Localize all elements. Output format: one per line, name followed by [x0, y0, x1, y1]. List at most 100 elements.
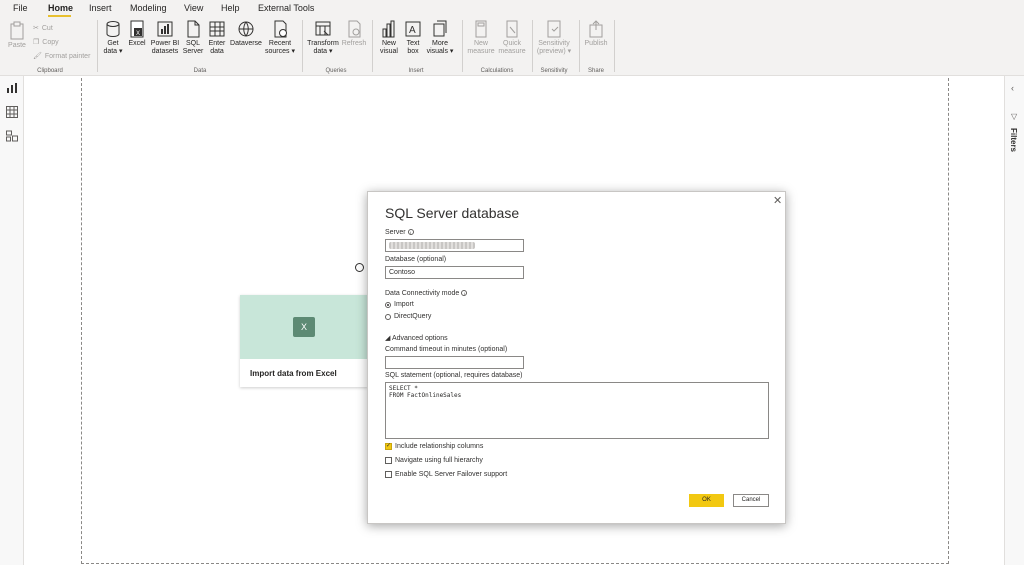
sensitivity-icon — [547, 20, 561, 38]
connectivity-mode-label: Data Connectivity mode i — [385, 290, 468, 297]
paste-button[interactable]: Paste — [6, 20, 28, 50]
enter-data-button[interactable]: Enter data — [206, 20, 228, 56]
svg-text:X: X — [136, 31, 140, 37]
advanced-options-toggle[interactable]: ◢ Advanced options — [385, 334, 448, 342]
database-input[interactable]: Contoso — [385, 266, 524, 279]
import-card-banner: X — [240, 295, 368, 359]
quick-measure-button[interactable]: Quick measure — [497, 20, 527, 56]
text-box-button[interactable]: A Text box — [403, 20, 423, 56]
recent-sources-icon — [274, 20, 287, 38]
menu-help[interactable]: Help — [221, 3, 240, 13]
table-icon — [209, 21, 225, 37]
dataverse-button[interactable]: Dataverse — [229, 20, 263, 48]
filters-pane-collapsed[interactable]: ‹ ▽ Filters — [1004, 76, 1024, 565]
menu-modeling[interactable]: Modeling — [130, 3, 167, 13]
redacted-server-value — [389, 242, 475, 249]
database-label: Database (optional) — [385, 256, 447, 263]
menu-insert[interactable]: Insert — [89, 3, 112, 13]
format-painter-button[interactable]: 🖌 Format painter — [33, 52, 90, 61]
checkbox-full-hierarchy[interactable]: Navigate using full hierarchy — [385, 457, 483, 464]
checkbox-failover[interactable]: Enable SQL Server Failover support — [385, 471, 507, 478]
recent-sources-button[interactable]: Recent sources ▾ — [264, 20, 296, 56]
sql-server-icon — [187, 20, 200, 38]
copy-icon: ❐ — [33, 39, 40, 46]
ok-button[interactable]: OK — [689, 494, 724, 507]
new-measure-button[interactable]: New measure — [466, 20, 496, 56]
import-card-label: Import data from Excel — [250, 369, 337, 378]
group-label-data: Data — [193, 68, 207, 74]
excel-icon: X — [130, 20, 144, 38]
checkbox-icon — [385, 457, 392, 464]
group-separator — [462, 20, 463, 72]
model-view-icon[interactable] — [6, 130, 18, 142]
report-view-icon[interactable] — [6, 82, 18, 94]
more-visuals-icon — [433, 20, 447, 37]
timeout-label: Command timeout in minutes (optional) — [385, 346, 508, 353]
power-bi-datasets-button[interactable]: Power BI datasets — [149, 20, 181, 56]
new-visual-button[interactable]: New visual — [377, 20, 401, 56]
checkbox-icon — [385, 471, 392, 478]
ribbon: Paste ✂ Cut ❐ Copy 🖌 Format painter Clipboa… — [0, 17, 1024, 76]
close-icon[interactable]: ✕ — [773, 194, 782, 207]
view-switcher-rail — [0, 76, 24, 565]
filter-icon: ▽ — [1011, 112, 1018, 121]
copy-button[interactable]: ❐ Copy — [33, 38, 59, 47]
checkmark-icon: ✓ — [385, 443, 392, 450]
more-visuals-button[interactable]: More visuals ▾ — [425, 20, 455, 56]
data-view-icon[interactable] — [6, 106, 18, 118]
menu-view[interactable]: View — [184, 3, 203, 13]
transform-data-button[interactable]: Transform data ▾ — [306, 20, 340, 56]
group-separator — [579, 20, 580, 72]
menu-file[interactable]: File — [13, 3, 28, 13]
menu-home[interactable]: Home — [48, 3, 73, 13]
sql-statement-label: SQL statement (optional, requires databa… — [385, 372, 523, 379]
calculator-icon — [475, 20, 487, 38]
radio-import[interactable]: Import — [385, 301, 414, 308]
refresh-button[interactable]: Refresh — [341, 20, 367, 48]
publish-button[interactable]: Publish — [583, 20, 609, 48]
group-label-share: Share — [587, 68, 604, 74]
group-separator — [372, 20, 373, 72]
info-icon: i — [461, 290, 468, 297]
excel-icon: X — [293, 317, 315, 337]
server-input[interactable] — [385, 239, 524, 252]
dialog-title: SQL Server database — [385, 205, 520, 221]
server-label: Server i — [385, 229, 414, 236]
filters-label: Filters — [1009, 128, 1018, 153]
database-icon — [106, 21, 120, 38]
group-label-calculations: Calculations — [480, 68, 514, 74]
timeout-input[interactable] — [385, 356, 524, 369]
excel-button[interactable]: X Excel — [127, 20, 147, 48]
sql-server-dialog: SQL Server database ✕ Server i Database (… — [367, 191, 786, 524]
dataverse-icon — [238, 21, 254, 37]
brush-icon: 🖌 — [33, 53, 42, 60]
checkbox-relationship-columns[interactable]: ✓ Include relationship columns — [385, 443, 483, 450]
bar-chart-icon — [382, 20, 395, 38]
radio-directquery[interactable]: DirectQuery — [385, 313, 431, 320]
chevron-left-icon[interactable]: ‹ — [1011, 83, 1014, 93]
sql-statement-textarea[interactable]: SELECT * FROM FactOnlineSales — [385, 382, 769, 439]
transform-icon — [315, 21, 331, 36]
radio-dot-icon — [385, 301, 391, 308]
group-separator — [302, 20, 303, 72]
menu-external-tools[interactable]: External Tools — [258, 3, 314, 13]
group-separator — [97, 20, 98, 72]
text-box-icon: A — [405, 21, 421, 37]
group-label-sensitivity: Sensitivity — [540, 68, 568, 74]
loading-circle-icon — [355, 263, 364, 272]
sql-server-button[interactable]: SQL Server — [182, 20, 204, 56]
cut-button[interactable]: ✂ Cut — [33, 24, 53, 33]
import-excel-card[interactable]: X Import data from Excel — [240, 295, 368, 387]
menu-bar: File Home Insert Modeling View Help Exte… — [0, 0, 1024, 17]
quick-measure-icon — [506, 20, 518, 38]
group-label-queries: Queries — [325, 68, 347, 74]
dataset-icon — [157, 21, 173, 37]
sensitivity-button[interactable]: Sensitivity (preview) ▾ — [535, 20, 573, 56]
publish-icon — [589, 20, 603, 38]
get-data-button[interactable]: Get data ▾ — [101, 20, 125, 56]
cancel-button[interactable]: Cancel — [733, 494, 769, 507]
radio-dot-icon — [385, 313, 391, 320]
info-icon: i — [407, 229, 414, 236]
group-separator — [532, 20, 533, 72]
paste-icon — [10, 21, 24, 40]
